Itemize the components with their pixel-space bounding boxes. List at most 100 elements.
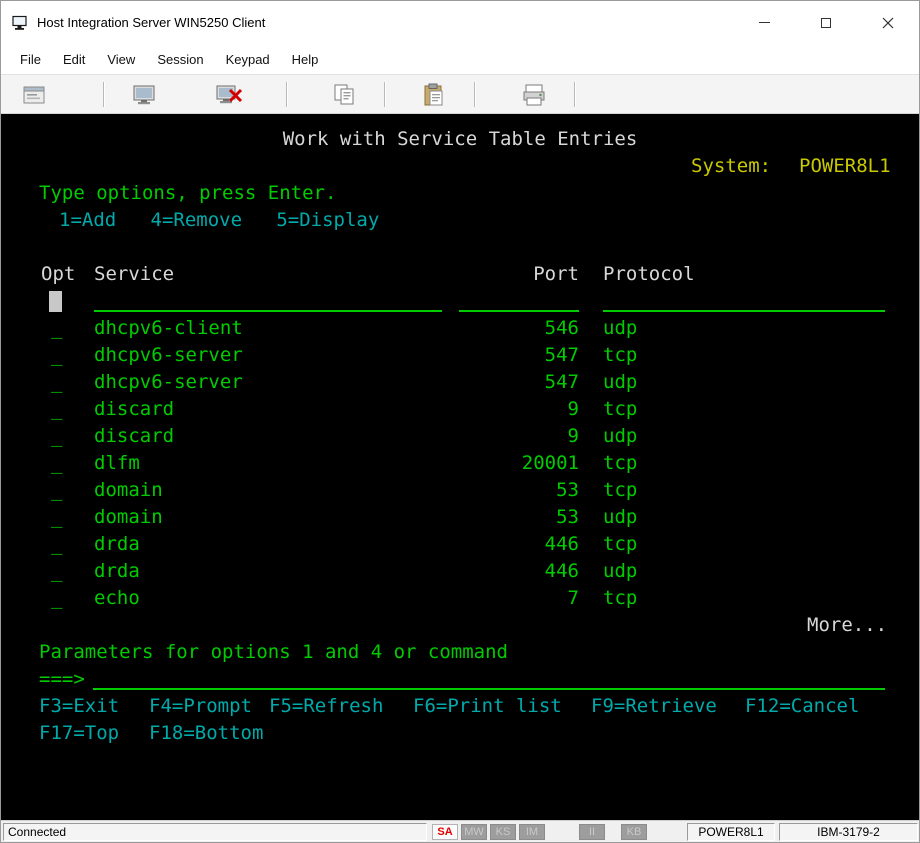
close-icon	[882, 17, 894, 29]
port-value: 546	[459, 315, 579, 342]
port-value: 446	[459, 558, 579, 585]
port-value: 20001	[459, 450, 579, 477]
fkey-f9[interactable]: F9=Retrieve	[591, 693, 717, 720]
terminal-screen[interactable]: Work with Service Table Entries System: …	[1, 114, 919, 820]
toolbar-separator	[286, 82, 288, 107]
protocol-value: tcp	[603, 342, 637, 369]
status-indicator-mw: MW	[461, 824, 487, 840]
parameters-label: Parameters for options 1 and 4 or comman…	[39, 639, 508, 666]
fkey-f6[interactable]: F6=Print list	[413, 693, 562, 720]
opt-input-field[interactable]: _	[51, 450, 62, 477]
status-indicator-ks: KS	[490, 824, 516, 840]
system-line: System: POWER8L1	[1, 153, 919, 180]
menu-item-view[interactable]: View	[96, 52, 146, 67]
window-controls	[733, 1, 919, 44]
table-underline-row	[1, 288, 919, 315]
opt-input-field[interactable]: _	[51, 396, 62, 423]
service-name: dlfm	[94, 450, 140, 477]
maximize-button[interactable]	[795, 1, 857, 44]
opt-input-field[interactable]: _	[51, 423, 62, 450]
table-row: _ dhcpv6-server 547 tcp	[1, 342, 919, 369]
protocol-value: tcp	[603, 477, 637, 504]
protocol-value: udp	[603, 315, 637, 342]
options-text: 1=Add 4=Remove 5=Display	[59, 207, 379, 234]
fkey-f17[interactable]: F17=Top	[39, 720, 119, 747]
table-row: _domain53udp	[1, 504, 919, 531]
session-properties-icon	[21, 82, 47, 108]
port-value: 547	[459, 369, 579, 396]
opt-input-field[interactable]: _	[51, 369, 62, 396]
system-value: POWER8L1	[799, 153, 891, 180]
menu-item-file[interactable]: File	[9, 52, 52, 67]
menu-item-edit[interactable]: Edit	[52, 52, 96, 67]
opt-input-field[interactable]: _	[51, 531, 62, 558]
protocol-value: tcp	[603, 396, 637, 423]
port-column-underline	[459, 310, 579, 312]
disconnect-session-icon	[215, 82, 243, 108]
menu-item-keypad[interactable]: Keypad	[215, 52, 281, 67]
fkeys-row2: F17=Top F18=Bottom	[1, 720, 919, 747]
options-line: 1=Add 4=Remove 5=Display	[1, 207, 919, 234]
connection-status: Connected	[4, 824, 426, 840]
port-value: 547	[459, 342, 579, 369]
maximize-icon	[821, 18, 831, 28]
window-title: Host Integration Server WIN5250 Client	[37, 15, 265, 30]
command-line: ===>	[1, 666, 919, 693]
system-name: POWER8L1	[688, 824, 774, 840]
opt-input-field[interactable]: _	[51, 477, 62, 504]
port-value: 9	[459, 396, 579, 423]
port-value: 9	[459, 423, 579, 450]
table-row: _discard9udp	[1, 423, 919, 450]
port-value: 53	[459, 504, 579, 531]
minimize-button[interactable]	[733, 1, 795, 44]
opt-input-field[interactable]: _	[51, 558, 62, 585]
status-indicator-sa: SA	[432, 824, 458, 840]
opt-input-field[interactable]: _	[51, 342, 62, 369]
menu-item-session[interactable]: Session	[146, 52, 214, 67]
fkey-f3[interactable]: F3=Exit	[39, 693, 119, 720]
minimize-icon	[759, 22, 770, 23]
print-button[interactable]	[517, 79, 551, 111]
table-row: _drda446tcp	[1, 531, 919, 558]
connect-button[interactable]	[127, 79, 161, 111]
fkey-f5[interactable]: F5=Refresh	[269, 693, 383, 720]
command-input[interactable]	[93, 688, 885, 690]
table-row: _echo7tcp	[1, 585, 919, 612]
service-name: discard	[94, 423, 174, 450]
title-bar: Host Integration Server WIN5250 Client	[1, 1, 919, 44]
fkey-f18[interactable]: F18=Bottom	[149, 720, 263, 747]
fkey-f12[interactable]: F12=Cancel	[745, 693, 859, 720]
opt-input-field[interactable]: _	[51, 315, 62, 342]
protocol-column-underline	[603, 310, 885, 312]
service-name: drda	[94, 558, 140, 585]
table-row: _dhcpv6-server547udp	[1, 369, 919, 396]
service-name: dhcpv6-client	[94, 315, 243, 342]
protocol-value: tcp	[603, 450, 637, 477]
menu-item-help[interactable]: Help	[281, 52, 330, 67]
connect-session-icon	[131, 82, 157, 108]
parameters-line: Parameters for options 1 and 4 or comman…	[1, 639, 919, 666]
header-port: Port	[459, 261, 579, 288]
computer-icon	[12, 15, 29, 31]
disconnect-button[interactable]	[212, 79, 246, 111]
toolbar-separator	[474, 82, 476, 107]
text-cursor	[49, 291, 62, 312]
paste-button[interactable]	[417, 79, 451, 111]
header-opt: Opt	[41, 261, 75, 288]
opt-input-field[interactable]: _	[51, 504, 62, 531]
copy-button[interactable]	[327, 79, 361, 111]
copy-icon	[331, 82, 357, 108]
more-indicator: More...	[807, 612, 887, 639]
close-button[interactable]	[857, 1, 919, 44]
command-arrow: ===>	[39, 666, 85, 693]
service-name: dhcpv6-server	[94, 369, 243, 396]
app-window: Host Integration Server WIN5250 Client F…	[0, 0, 920, 843]
service-name: dhcpv6-server	[94, 342, 243, 369]
terminal-type-panel: IBM-3179-2	[779, 823, 918, 841]
more-line: More...	[1, 612, 919, 639]
fkey-f4[interactable]: F4=Prompt	[149, 693, 252, 720]
session-properties-button[interactable]	[17, 79, 51, 111]
service-name: domain	[94, 504, 163, 531]
opt-input-field[interactable]: _	[51, 585, 62, 612]
table-row: _ dhcpv6-client 546 udp	[1, 315, 919, 342]
